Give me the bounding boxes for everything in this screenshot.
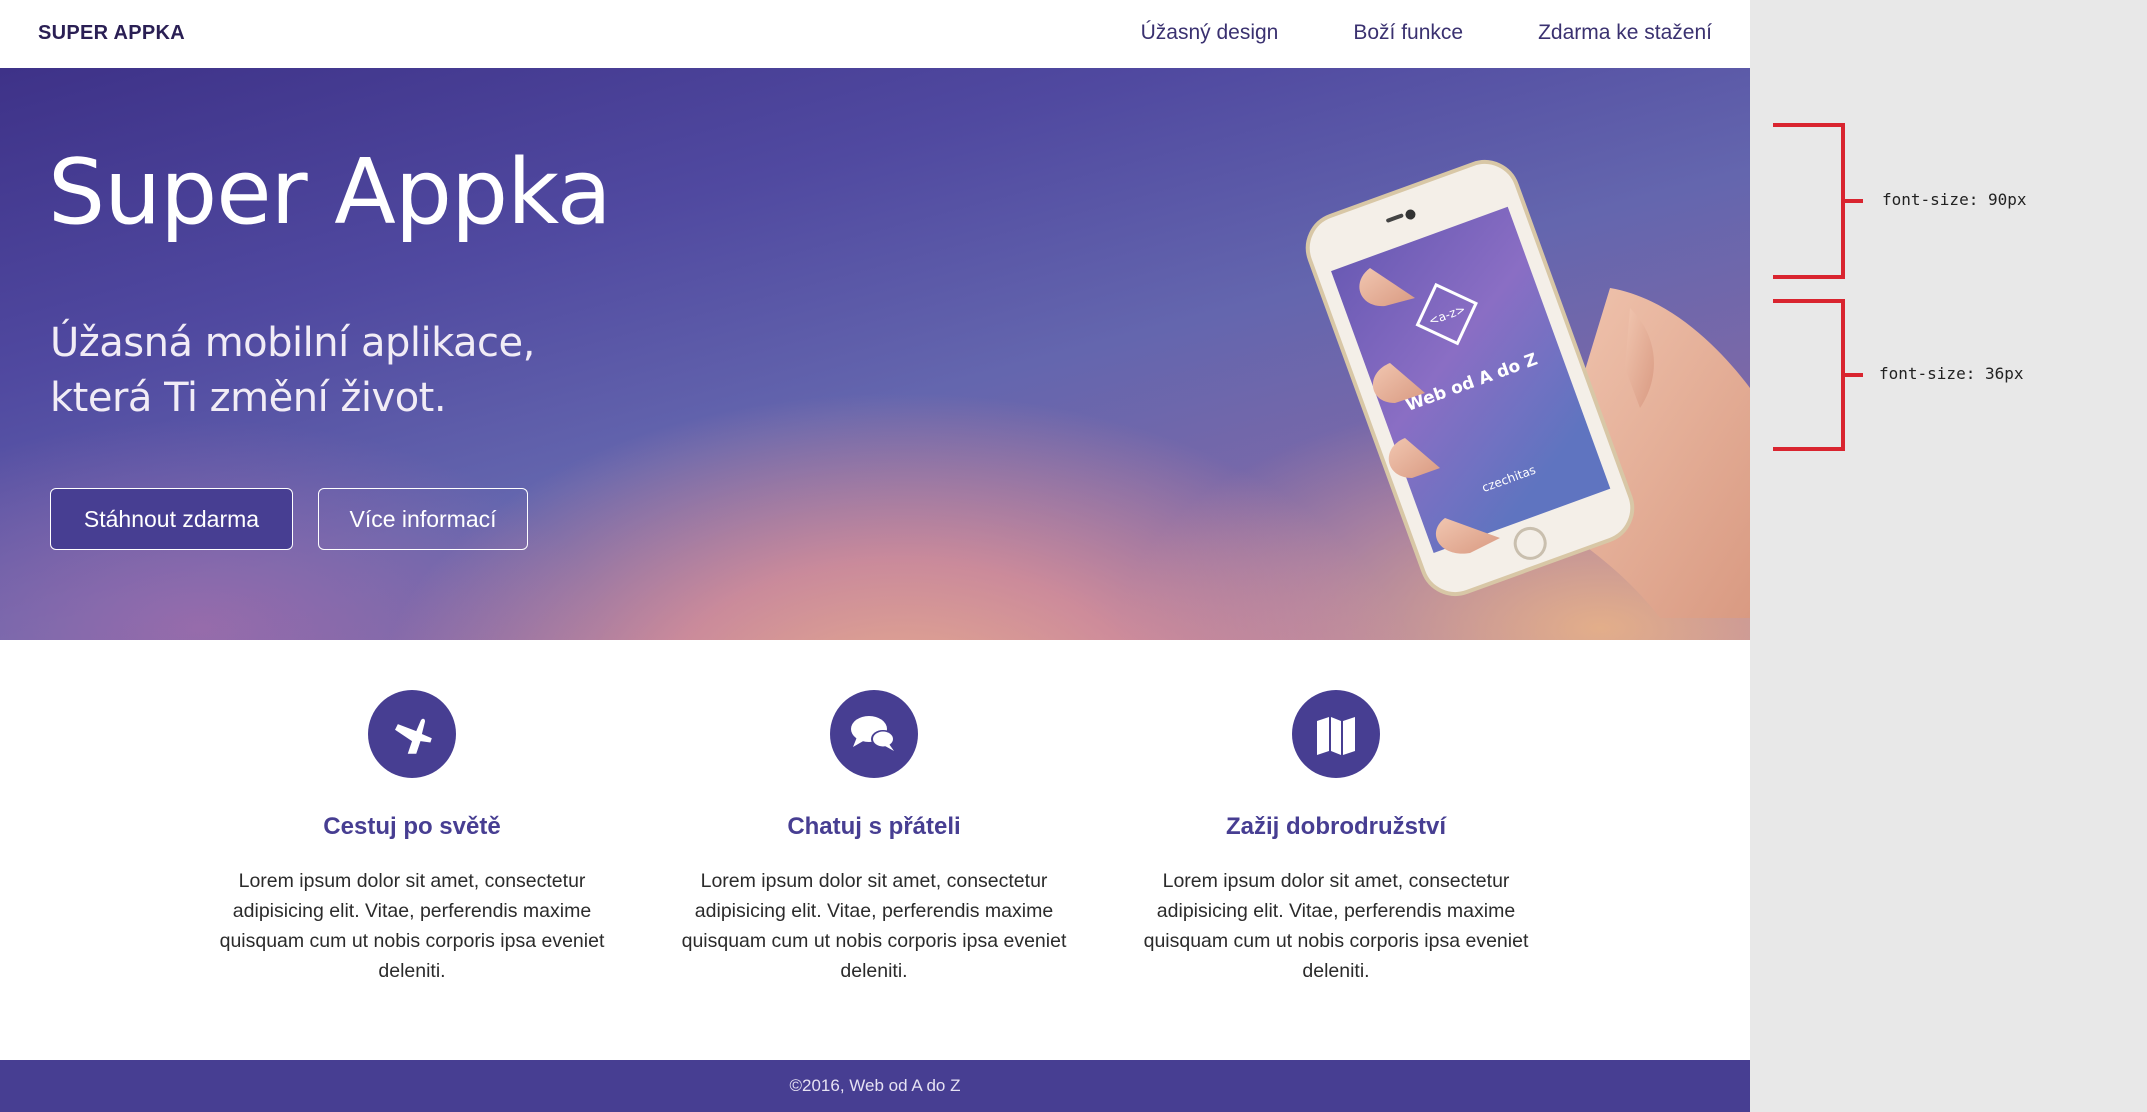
feature-title: Zažij dobrodružství — [1225, 813, 1446, 840]
annotation-bracket-icon — [1773, 123, 1863, 279]
more-info-button[interactable]: Více informací — [318, 488, 528, 550]
annotation-title-font-size: font-size: 90px — [1882, 190, 2027, 209]
feature-text: Lorem ipsum dolor sit amet, consectetur … — [219, 870, 605, 982]
nav-link-features[interactable]: Boží funkce — [1353, 21, 1463, 45]
footer: ©2016, Web od A do Z — [0, 1060, 1750, 1112]
feature-text: Lorem ipsum dolor sit amet, consectetur … — [681, 870, 1067, 982]
hero-buttons: Stáhnout zdarma Více informací — [50, 488, 528, 550]
feature-travel: Cestuj po světě Lorem ipsum dolor sit am… — [192, 690, 632, 986]
phone-in-hand-image: <a-z> Web od A do Z czechitas — [1240, 138, 1750, 638]
nav-link-design[interactable]: Úžasný design — [1141, 21, 1279, 45]
map-icon — [1292, 690, 1380, 778]
title-font-annotation: font-size: 90px — [1770, 120, 2147, 285]
airplane-icon — [368, 690, 456, 778]
chat-bubbles-icon — [830, 690, 918, 778]
subtitle-font-annotation: font-size: 36px — [1770, 296, 2147, 456]
feature-text: Lorem ipsum dolor sit amet, consectetur … — [1143, 870, 1529, 982]
feature-title: Chatuj s přáteli — [787, 813, 961, 840]
page: SUPER APPKA Úžasný design Boží funkce Zd… — [0, 0, 1750, 1112]
feature-title: Cestuj po světě — [323, 813, 501, 840]
hero-title: Super Appka — [48, 140, 612, 245]
hero-subtitle-line-2: která Ti změní život. — [50, 375, 447, 421]
hero-section: Super Appka Úžasná mobilní aplikace, kte… — [0, 68, 1750, 640]
feature-chat: Chatuj s přáteli Lorem ipsum dolor sit a… — [654, 690, 1094, 986]
features-section: Cestuj po světě Lorem ipsum dolor sit am… — [0, 640, 1750, 1060]
footer-copyright: ©2016, Web od A do Z — [789, 1076, 961, 1095]
annotation-bracket-icon — [1773, 299, 1863, 451]
phone-illustration: <a-z> Web od A do Z czechitas — [1305, 160, 1750, 618]
hero-subtitle-line-1: Úžasná mobilní aplikace, — [50, 320, 535, 366]
brand-logo[interactable]: SUPER APPKA — [38, 22, 185, 45]
feature-adventure: Zažij dobrodružství Lorem ipsum dolor si… — [1116, 690, 1556, 986]
top-navbar: SUPER APPKA Úžasný design Boží funkce Zd… — [0, 0, 1750, 68]
nav-links: Úžasný design Boží funkce Zdarma ke staž… — [1141, 21, 1712, 45]
annotation-subtitle-font-size: font-size: 36px — [1879, 364, 2024, 383]
nav-link-download[interactable]: Zdarma ke stažení — [1538, 21, 1712, 45]
download-free-button[interactable]: Stáhnout zdarma — [50, 488, 293, 550]
hero-subtitle: Úžasná mobilní aplikace, která Ti změní … — [50, 316, 650, 426]
